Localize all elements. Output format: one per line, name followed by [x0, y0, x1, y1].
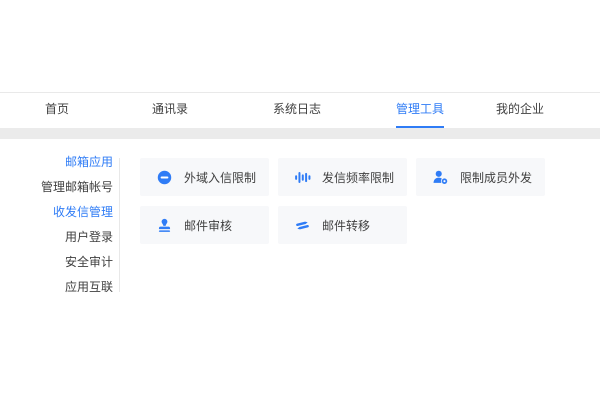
card-label: 邮件转移 [322, 217, 370, 234]
card-restrict-member-outbound[interactable]: 限制成员外发 [416, 158, 545, 196]
tab-system-log[interactable]: 系统日志 [273, 93, 321, 129]
tab-management-tools[interactable]: 管理工具 [396, 93, 444, 129]
top-navigation: 首页 通讯录 系统日志 管理工具 我的企业 [0, 92, 600, 129]
card-label: 限制成员外发 [460, 169, 532, 186]
frequency-bars-icon [294, 169, 311, 186]
admin-console: 首页 通讯录 系统日志 管理工具 我的企业 邮箱应用 管理邮箱帐号 收发信管理 … [0, 0, 600, 400]
card-label: 邮件审核 [184, 217, 232, 234]
card-mail-transfer[interactable]: 邮件转移 [278, 206, 407, 244]
card-label: 发信频率限制 [322, 169, 394, 186]
sidebar-item-send-receive-mgmt[interactable]: 收发信管理 [0, 200, 113, 225]
stamp-icon [156, 217, 173, 234]
card-send-frequency-limit[interactable]: 发信频率限制 [278, 158, 407, 196]
sidebar-item-user-login[interactable]: 用户登录 [0, 225, 113, 250]
nav-separator-band [0, 128, 600, 139]
transfer-icon [294, 217, 311, 234]
tab-home[interactable]: 首页 [45, 93, 69, 129]
sidebar-divider [119, 158, 120, 292]
card-label: 外域入信限制 [184, 169, 256, 186]
sidebar-item-mailbox-apps[interactable]: 邮箱应用 [0, 150, 113, 175]
tab-contacts[interactable]: 通讯录 [152, 93, 188, 129]
member-restrict-icon [432, 169, 449, 186]
minus-circle-icon [156, 169, 173, 186]
card-external-inbound-limit[interactable]: 外域入信限制 [140, 158, 269, 196]
tab-my-enterprise[interactable]: 我的企业 [496, 93, 544, 129]
sidebar-item-app-interconnect[interactable]: 应用互联 [0, 275, 113, 300]
card-mail-review[interactable]: 邮件审核 [140, 206, 269, 244]
sidebar-item-manage-accounts[interactable]: 管理邮箱帐号 [0, 175, 113, 200]
sidebar: 邮箱应用 管理邮箱帐号 收发信管理 用户登录 安全审计 应用互联 [0, 150, 113, 300]
sidebar-item-security-audit[interactable]: 安全审计 [0, 250, 113, 275]
